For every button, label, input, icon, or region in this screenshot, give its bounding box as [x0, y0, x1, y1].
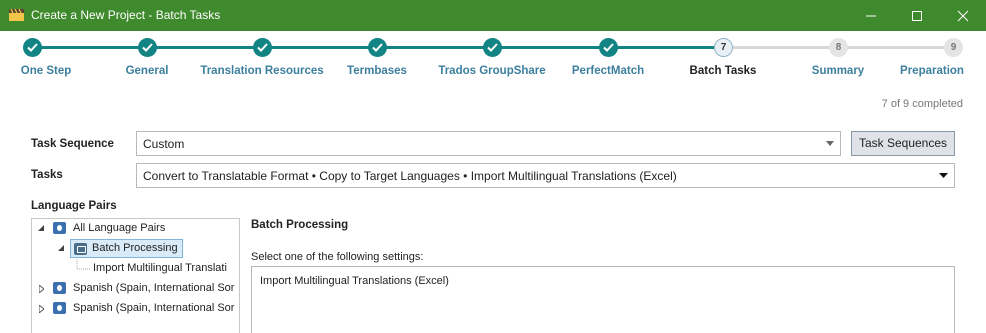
tree-item-label: Import Multilingual Translati: [93, 262, 227, 274]
chevron-down-icon: [826, 141, 834, 146]
step-8-label[interactable]: Summary: [812, 65, 864, 77]
maximize-icon: [912, 11, 922, 21]
title-bar: Create a New Project - Batch Tasks: [0, 0, 986, 31]
language-pairs-label: Language Pairs: [31, 200, 117, 212]
step-6-label[interactable]: PerfectMatch: [572, 65, 644, 77]
step-9-label[interactable]: Preparation: [900, 65, 964, 77]
task-sequence-value: Custom: [143, 137, 185, 151]
language-pair-icon: [53, 222, 66, 234]
language-pairs-tree[interactable]: All Language Pairs Batch Processing Impo…: [31, 218, 240, 333]
step-1-circle[interactable]: [23, 38, 42, 57]
tree-item-batch-processing[interactable]: Batch Processing: [32, 239, 239, 259]
task-sequence-label: Task Sequence: [31, 138, 114, 150]
step-1-label[interactable]: One Step: [21, 65, 71, 77]
settings-list[interactable]: Import Multilingual Translations (Excel): [251, 266, 955, 333]
expanded-arrow-icon: [58, 245, 64, 251]
collapsed-arrow-icon: [39, 305, 44, 313]
step-6-circle[interactable]: [599, 38, 618, 57]
language-pair-icon: [53, 302, 66, 314]
settings-select-label: Select one of the following settings:: [251, 251, 424, 263]
settings-list-item[interactable]: Import Multilingual Translations (Excel): [260, 275, 449, 287]
tree-item-label: Spanish (Spain, International Sor: [73, 302, 235, 314]
step-7-label[interactable]: Batch Tasks: [690, 65, 757, 77]
step-2-label[interactable]: General: [126, 65, 169, 77]
tree-item-language-pair[interactable]: Spanish (Spain, International Sor: [32, 299, 239, 319]
app-icon: [9, 8, 24, 21]
chevron-down-icon: [939, 173, 948, 178]
checkmark-icon: [372, 43, 383, 52]
expanded-arrow-icon: [38, 225, 44, 231]
language-pair-icon: [53, 282, 66, 294]
maximize-button[interactable]: [894, 0, 940, 31]
tree-item-label: All Language Pairs: [73, 222, 166, 234]
tree-item-import-multilingual[interactable]: Import Multilingual Translati: [32, 259, 239, 279]
close-button[interactable]: [940, 0, 986, 31]
step-8-circle[interactable]: 8: [829, 38, 848, 57]
step-2-circle[interactable]: [138, 38, 157, 57]
step-5-circle[interactable]: [483, 38, 502, 57]
minimize-icon: [866, 15, 876, 17]
step-3-label[interactable]: Translation Resources: [200, 65, 323, 77]
wizard-stepper: One Step General Translation Resources T…: [0, 31, 986, 87]
tree-item-label: Batch Processing: [92, 242, 178, 254]
batch-task-icon: [74, 243, 87, 255]
progress-text: 7 of 9 completed: [881, 98, 963, 110]
checkmark-icon: [257, 43, 268, 52]
batch-processing-title: Batch Processing: [251, 219, 349, 231]
tasks-combo[interactable]: Convert to Translatable Format • Copy to…: [136, 163, 955, 188]
task-sequence-combo[interactable]: Custom: [136, 131, 841, 156]
tasks-label: Tasks: [31, 169, 63, 181]
step-4-circle[interactable]: [368, 38, 387, 57]
tree-item-all-language-pairs[interactable]: All Language Pairs: [32, 219, 239, 239]
selected-item-highlight: Batch Processing: [70, 239, 183, 258]
tree-connector-line: [76, 259, 91, 270]
step-4-label[interactable]: Termbases: [347, 65, 407, 77]
checkmark-icon: [487, 43, 498, 52]
step-3-circle[interactable]: [253, 38, 272, 57]
tasks-value: Convert to Translatable Format • Copy to…: [143, 169, 677, 183]
checkmark-icon: [603, 43, 614, 52]
step-5-label[interactable]: Trados GroupShare: [438, 65, 545, 77]
window-title: Create a New Project - Batch Tasks: [31, 8, 221, 22]
minimize-button[interactable]: [848, 0, 894, 31]
collapsed-arrow-icon: [39, 285, 44, 293]
checkmark-icon: [142, 43, 153, 52]
checkmark-icon: [27, 43, 38, 52]
step-7-circle[interactable]: 7: [714, 38, 733, 57]
tree-item-language-pair[interactable]: Spanish (Spain, International Sor: [32, 279, 239, 299]
task-sequences-button[interactable]: Task Sequences: [851, 131, 955, 156]
close-icon: [957, 10, 969, 22]
step-9-circle[interactable]: 9: [944, 38, 963, 57]
tree-item-label: Spanish (Spain, International Sor: [73, 282, 235, 294]
